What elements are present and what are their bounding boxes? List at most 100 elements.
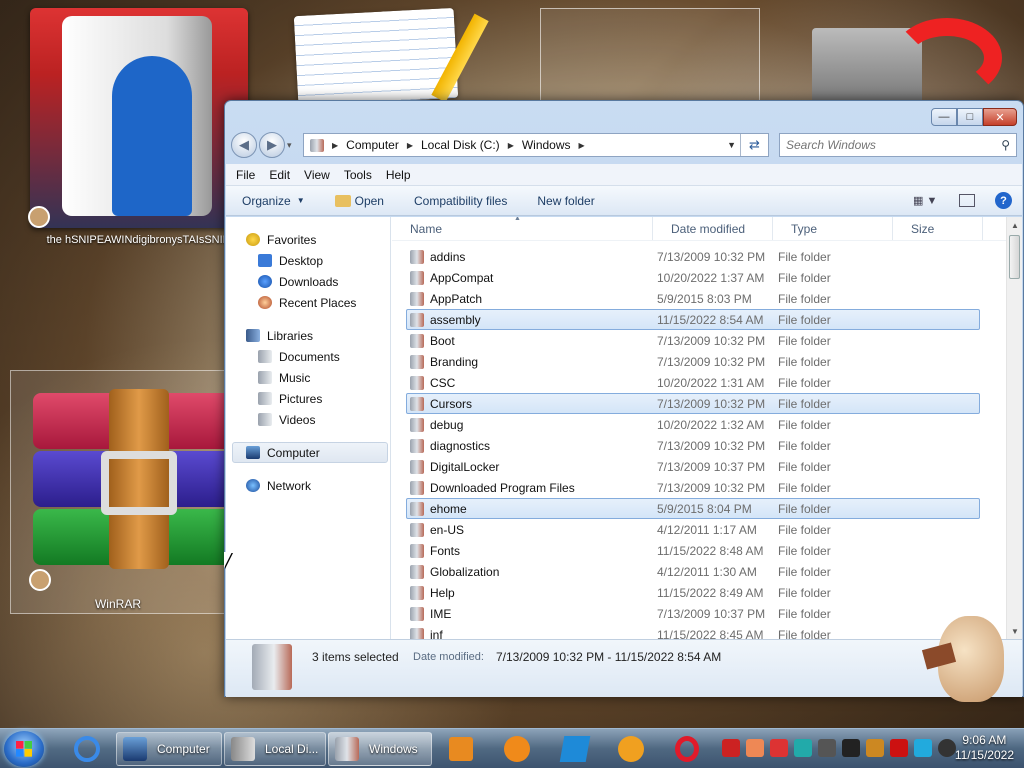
file-row[interactable]: Fonts 11/15/2022 8:48 AM File folder: [406, 540, 980, 561]
taskbar-clock[interactable]: 9:06 AM 11/15/2022: [955, 733, 1014, 763]
explorer-window[interactable]: — □ ✕ ◀ ▶ ▾ ▶ Computer ▶ Local Disk (C:)…: [224, 100, 1024, 697]
file-row[interactable]: AppCompat 10/20/2022 1:37 AM File folder: [406, 267, 980, 288]
chevron-right-icon[interactable]: ▶: [332, 141, 338, 150]
uc-browser-icon[interactable]: [500, 733, 534, 765]
monitor-tray-icon[interactable]: [914, 739, 932, 757]
compatibility-files-button[interactable]: Compatibility files: [414, 194, 507, 208]
taskbar-computer[interactable]: Computer: [116, 732, 222, 766]
minimize-button[interactable]: —: [931, 108, 957, 126]
media-player-icon[interactable]: [444, 733, 478, 765]
file-row[interactable]: CSC 10/20/2022 1:31 AM File folder: [406, 372, 980, 393]
column-header-size[interactable]: Size: [893, 217, 983, 240]
file-row[interactable]: diagnostics 7/13/2009 10:32 PM File folder: [406, 435, 980, 456]
chevron-right-icon[interactable]: ▶: [407, 141, 413, 150]
file-row[interactable]: IME 7/13/2009 10:37 PM File folder: [406, 603, 980, 624]
file-row[interactable]: Globalization 4/12/2011 1:30 AM File folde…: [406, 561, 980, 582]
taskbar-windows[interactable]: Windows: [328, 732, 432, 766]
display-tray-icon[interactable]: [818, 739, 836, 757]
scroll-thumb[interactable]: [1009, 235, 1020, 279]
file-row[interactable]: ehome 5/9/2015 8:04 PM File folder: [406, 498, 980, 519]
refresh-icon[interactable]: ⇄: [740, 134, 768, 156]
nav-network[interactable]: Network: [226, 475, 390, 496]
search-input[interactable]: [786, 138, 986, 152]
file-row[interactable]: debug 10/20/2022 1:32 AM File folder: [406, 414, 980, 435]
change-view-icon[interactable]: ▦ ▼: [913, 194, 947, 207]
opera-icon[interactable]: [670, 733, 704, 765]
tools-tray-icon[interactable]: [842, 739, 860, 757]
nav-computer[interactable]: Computer: [232, 442, 388, 463]
address-dropdown-icon[interactable]: ▼: [727, 140, 736, 150]
preview-pane-icon[interactable]: [959, 194, 975, 207]
vpn-icon[interactable]: [614, 733, 648, 765]
file-row[interactable]: Help 11/15/2022 8:49 AM File folder: [406, 582, 980, 603]
file-row[interactable]: Boot 7/13/2009 10:32 PM File folder: [406, 330, 980, 351]
flag-tray-icon[interactable]: [890, 739, 908, 757]
file-row[interactable]: Cursors 7/13/2009 10:32 PM File folder: [406, 393, 980, 414]
search-icon[interactable]: ⚲: [1001, 138, 1010, 152]
nav-desktop[interactable]: Desktop: [226, 250, 390, 271]
column-header-date[interactable]: Date modified: [653, 217, 773, 240]
desktop-icon-contacts[interactable]: the hSNIPEAWINdigibronysTAIsSNIPE: [28, 6, 250, 246]
maximize-button[interactable]: □: [957, 108, 983, 126]
breadcrumb-windows[interactable]: Windows: [522, 138, 571, 152]
back-button[interactable]: ◀: [231, 132, 257, 158]
file-row[interactable]: Branding 7/13/2009 10:32 PM File folder: [406, 351, 980, 372]
file-row[interactable]: Downloaded Program Files 7/13/2009 10:32 …: [406, 477, 980, 498]
vlc-tray-icon[interactable]: [746, 739, 764, 757]
new-folder-button[interactable]: New folder: [537, 194, 594, 208]
file-row[interactable]: addins 7/13/2009 10:32 PM File folder: [406, 246, 980, 267]
nav-music[interactable]: Music: [226, 367, 390, 388]
menu-file[interactable]: File: [236, 168, 255, 182]
recent-pages-dropdown[interactable]: ▾: [287, 140, 299, 151]
menu-edit[interactable]: Edit: [269, 168, 290, 182]
volume-tray-icon[interactable]: [938, 739, 956, 757]
nav-libraries[interactable]: Libraries: [226, 325, 390, 346]
eye-tray-icon[interactable]: [794, 739, 812, 757]
taskbar-windows-label: Windows: [369, 742, 418, 756]
breadcrumb-computer[interactable]: Computer: [346, 138, 399, 152]
menu-tools[interactable]: Tools: [344, 168, 372, 182]
nav-recent-places[interactable]: Recent Places: [226, 292, 390, 313]
nav-computer-label: Computer: [267, 445, 320, 460]
recycle-bin-icon[interactable]: [812, 18, 1002, 104]
column-header-type[interactable]: Type: [773, 217, 893, 240]
app-icon[interactable]: [558, 733, 592, 765]
magnifier-tray-icon[interactable]: [866, 739, 884, 757]
search-box[interactable]: ⚲: [779, 133, 1017, 157]
select-checkbox-icon[interactable]: [29, 569, 51, 591]
acrobat-tray-icon[interactable]: [722, 739, 740, 757]
column-header-name[interactable]: ▲ Name: [392, 217, 653, 240]
close-button[interactable]: ✕: [983, 108, 1017, 126]
menu-help[interactable]: Help: [386, 168, 411, 182]
taskbar-local-disk[interactable]: Local Di...: [224, 732, 326, 766]
select-checkbox-icon[interactable]: [28, 206, 50, 228]
nav-downloads[interactable]: Downloads: [226, 271, 390, 292]
breadcrumb-local-disk[interactable]: Local Disk (C:): [421, 138, 500, 152]
nav-documents[interactable]: Documents: [226, 346, 390, 367]
nav-pictures[interactable]: Pictures: [226, 388, 390, 409]
desktop-icon-winrar[interactable]: WinRAR: [10, 370, 233, 614]
scroll-up-icon[interactable]: ▲: [1007, 217, 1023, 233]
file-date: 7/13/2009 10:32 PM: [657, 396, 766, 411]
organize-button[interactable]: Organize ▼: [242, 194, 305, 208]
start-button[interactable]: [4, 731, 44, 767]
nav-favorites[interactable]: Favorites: [226, 229, 390, 250]
vertical-scrollbar[interactable]: ▲ ▼: [1006, 217, 1022, 639]
chevron-right-icon[interactable]: ▶: [579, 141, 585, 150]
hamster-gadget[interactable]: [918, 596, 1010, 706]
open-button[interactable]: Open: [334, 194, 384, 208]
tray-app-icon[interactable]: [770, 739, 788, 757]
menu-view[interactable]: View: [304, 168, 330, 182]
file-row[interactable]: assembly 11/15/2022 8:54 AM File folder: [406, 309, 980, 330]
file-row[interactable]: inf 11/15/2022 8:45 AM File folder: [406, 624, 980, 639]
internet-explorer-icon[interactable]: [70, 733, 104, 765]
file-row[interactable]: AppPatch 5/9/2015 8:03 PM File folder: [406, 288, 980, 309]
address-bar[interactable]: ▶ Computer ▶ Local Disk (C:) ▶ Windows ▶…: [303, 133, 769, 157]
chevron-right-icon[interactable]: ▶: [508, 141, 514, 150]
help-icon[interactable]: ?: [995, 192, 1012, 209]
file-row[interactable]: en-US 4/12/2011 1:17 AM File folder: [406, 519, 980, 540]
recent-places-icon: [258, 296, 272, 309]
nav-videos[interactable]: Videos: [226, 409, 390, 430]
forward-button[interactable]: ▶: [259, 132, 285, 158]
file-row[interactable]: DigitalLocker 7/13/2009 10:37 PM File fold…: [406, 456, 980, 477]
